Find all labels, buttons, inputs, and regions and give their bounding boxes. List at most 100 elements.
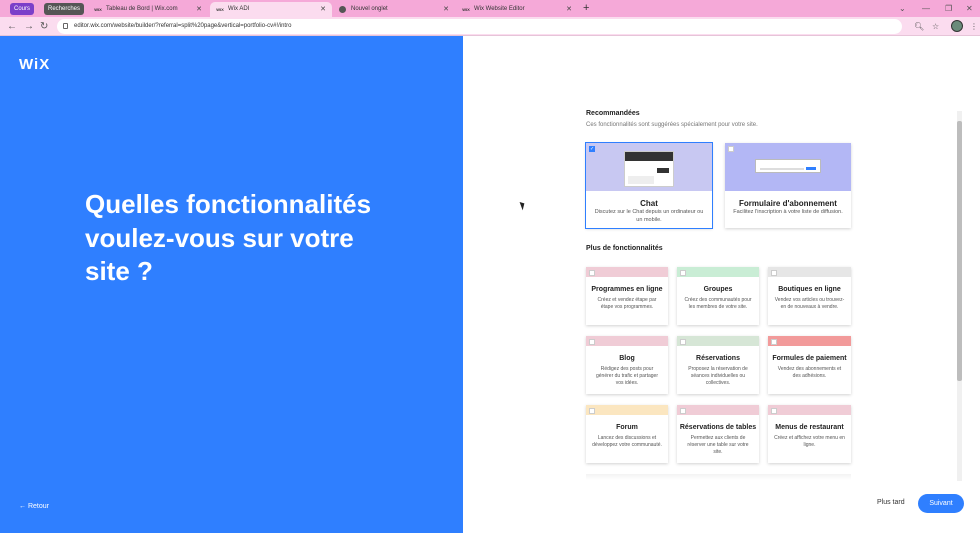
feature-checkbox[interactable]	[680, 339, 686, 345]
card-color-strip	[677, 405, 759, 415]
feature-description: Facilitez l'inscription à votre liste de…	[733, 209, 843, 215]
feature-card-groupes[interactable]: Groupes Créez des communautés pour les m…	[677, 267, 759, 325]
card-color-strip	[677, 267, 759, 277]
card-color-strip	[677, 336, 759, 346]
card-color-strip	[586, 267, 668, 277]
feature-card-reservations-tables[interactable]: Réservations de tables Permettez aux cli…	[677, 405, 759, 463]
features-panel: Recommandées Ces fonctionnalités sont su…	[463, 36, 980, 533]
card-color-strip	[768, 405, 851, 415]
tab-group-recherches[interactable]: Recherches	[44, 3, 85, 15]
feature-title: Formulaire d'abonnement	[739, 199, 837, 208]
card-color-strip	[768, 336, 851, 346]
page-title: Quelles fonctionnalités voulez-vous sur …	[85, 189, 372, 286]
feature-card-formules-paiement[interactable]: Formules de paiement Vendez des abonneme…	[768, 336, 851, 394]
recommended-title: Recommandées	[586, 110, 640, 117]
lock-icon	[63, 23, 68, 29]
feature-checkbox[interactable]	[680, 270, 686, 276]
chat-preview-image	[624, 151, 674, 187]
wix-favicon-icon: WIX	[216, 7, 224, 12]
tab-wix-website-editor[interactable]: WIX Wix Website Editor ✕	[456, 2, 578, 17]
feature-title: Programmes en ligne	[591, 286, 663, 293]
tab-group-cours[interactable]: Cours	[10, 3, 35, 15]
close-window-icon[interactable]: ✕	[966, 1, 973, 16]
feature-checkbox[interactable]	[680, 408, 686, 414]
tab-search-icon[interactable]: ⌄	[899, 1, 906, 16]
feature-description: Créez et vendez étape par étape vos prog…	[597, 297, 657, 310]
feature-checkbox[interactable]	[589, 408, 595, 414]
feature-description: Lancez des discussions et développez vot…	[592, 435, 662, 448]
feature-card-programmes[interactable]: Programmes en ligne Créez et vendez étap…	[586, 267, 668, 325]
feature-checkbox[interactable]	[728, 146, 734, 152]
reload-icon[interactable]: ↻	[40, 19, 48, 34]
feature-card-formulaire-abonnement[interactable]: Formulaire d'abonnement Facilitez l'insc…	[725, 143, 851, 228]
minimize-icon[interactable]: —	[922, 1, 930, 16]
feature-description: Vendez des abonnements et des adhésions.	[777, 366, 842, 379]
feature-checkbox[interactable]	[589, 339, 595, 345]
feature-description: Créez des communautés pour les membres d…	[684, 297, 752, 310]
intro-panel: WiX Quelles fonctionnalités voulez-vous …	[0, 36, 463, 533]
feature-checkbox[interactable]	[589, 270, 595, 276]
feature-card-forum[interactable]: Forum Lancez des discussions et développ…	[586, 405, 668, 463]
close-tab-icon[interactable]: ✕	[196, 2, 202, 17]
new-tab-icon[interactable]: +	[583, 1, 589, 16]
feature-description: Créez et affichez votre menu en ligne.	[774, 435, 845, 448]
tab-wix-adi[interactable]: WIX Wix ADI ✕	[210, 2, 332, 17]
feature-description: Permettez aux clients de réserver une ta…	[687, 435, 749, 455]
wix-favicon-icon: WIX	[462, 7, 470, 12]
more-features-title: Plus de fonctionnalités	[586, 245, 663, 252]
tab-title: Nouvel onglet	[351, 6, 388, 12]
feature-card-menus-restaurant[interactable]: Menus de restaurant Créez et affichez vo…	[768, 405, 851, 463]
recommended-subtitle: Ces fonctionnalités sont suggérées spéci…	[586, 122, 758, 128]
menu-kebab-icon[interactable]: ⋮	[970, 19, 978, 34]
globe-icon	[339, 6, 346, 13]
card-color-strip	[586, 336, 668, 346]
close-tab-icon[interactable]: ✕	[443, 2, 449, 17]
later-button[interactable]: Plus tard	[877, 499, 905, 506]
tab-title: Tableau de Bord | Wix.com	[106, 6, 178, 12]
subscribe-form-preview-image	[755, 159, 821, 173]
address-bar[interactable]: editor.wix.com/website/builder/?referral…	[57, 19, 902, 34]
browser-toolbar: ← → ↻ editor.wix.com/website/builder/?re…	[0, 17, 980, 36]
scrollbar[interactable]	[957, 111, 962, 481]
feature-card-blog[interactable]: Blog Rédigez des posts pour générer du t…	[586, 336, 668, 394]
close-tab-icon[interactable]: ✕	[566, 2, 572, 17]
feature-description: Rédigez des posts pour générer du trafic…	[596, 366, 658, 386]
scrollbar-thumb[interactable]	[957, 121, 962, 381]
tab-nouvel-onglet[interactable]: Nouvel onglet ✕	[333, 2, 455, 17]
url-text: editor.wix.com/website/builder/?referral…	[74, 23, 292, 29]
tab-tableau-de-bord[interactable]: WIX Tableau de Bord | Wix.com ✕	[88, 2, 208, 17]
feature-card-boutiques[interactable]: Boutiques en ligne Vendez vos articles o…	[768, 267, 851, 325]
search-icon[interactable]: 🔍︎	[914, 19, 924, 34]
feature-title: Chat	[640, 199, 658, 208]
feature-title: Réservations de tables	[679, 424, 757, 431]
wix-favicon-icon: WIX	[94, 7, 102, 12]
back-link[interactable]: ← Retour	[19, 503, 49, 510]
feature-checkbox[interactable]: ✓	[589, 146, 595, 152]
maximize-icon[interactable]: ❐	[945, 1, 952, 16]
card-color-strip	[768, 267, 851, 277]
bookmark-star-icon[interactable]: ☆	[932, 19, 939, 34]
feature-checkbox[interactable]	[771, 270, 777, 276]
browser-tab-strip: Cours Recherches WIX Tableau de Bord | W…	[0, 0, 980, 17]
feature-card-chat[interactable]: ✓ Chat Discutez sur le Chat depuis un or…	[585, 142, 713, 229]
tab-title: Wix Website Editor	[474, 6, 525, 12]
profile-avatar[interactable]	[951, 20, 963, 32]
more-cards-fade	[586, 474, 851, 480]
feature-checkbox[interactable]	[771, 408, 777, 414]
feature-title: Boutiques en ligne	[778, 286, 841, 293]
card-preview	[586, 143, 712, 191]
card-color-strip	[586, 405, 668, 415]
feature-title: Menus de restaurant	[775, 424, 844, 431]
feature-title: Réservations	[696, 355, 740, 362]
close-tab-icon[interactable]: ✕	[320, 2, 326, 17]
wix-logo: WiX	[19, 56, 51, 73]
feature-description: Vendez vos articles ou trouvez-en de nou…	[774, 297, 845, 310]
feature-checkbox[interactable]	[771, 339, 777, 345]
tab-title: Wix ADI	[228, 6, 250, 12]
forward-arrow-icon[interactable]: →	[24, 19, 34, 34]
back-arrow-icon[interactable]: ←	[7, 19, 17, 34]
feature-description: Discutez sur le Chat depuis un ordinateu…	[594, 209, 704, 223]
feature-card-reservations[interactable]: Réservations Proposez la réservation de …	[677, 336, 759, 394]
next-button[interactable]: Suivant	[918, 494, 964, 513]
feature-description: Proposez la réservation de séances indiv…	[688, 366, 748, 386]
